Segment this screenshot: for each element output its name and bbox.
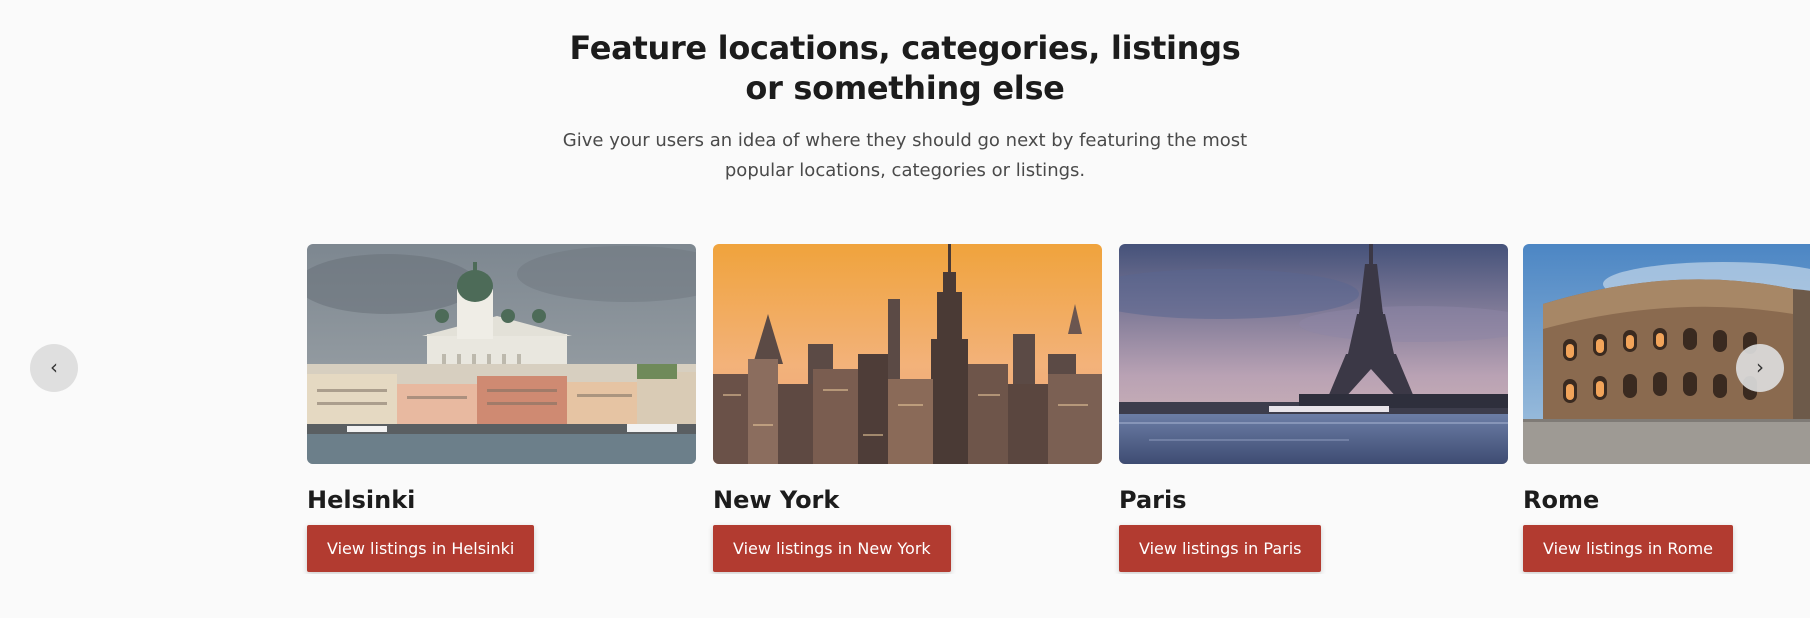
title-line-1: Feature locations, categories, listings: [569, 29, 1241, 67]
carousel-next-button[interactable]: ›: [1736, 344, 1784, 392]
title-line-2: or something else: [745, 69, 1065, 107]
location-card-helsinki[interactable]: Helsinki View listings in Helsinki: [307, 244, 696, 572]
location-card-new-york[interactable]: New York View listings in New York: [713, 244, 1102, 572]
section-heading: Feature locations, categories, listings …: [0, 28, 1810, 186]
location-card-rome[interactable]: Rome View listings in Rome: [1523, 244, 1810, 572]
new-york-photo[interactable]: [713, 244, 1102, 464]
card-city-name: New York: [713, 486, 840, 514]
view-listings-new-york-button[interactable]: View listings in New York: [713, 525, 951, 572]
card-city-name: Helsinki: [307, 486, 416, 514]
location-card-paris[interactable]: Paris View listings in Paris: [1119, 244, 1508, 572]
helsinki-photo[interactable]: [307, 244, 696, 464]
card-city-name: Paris: [1119, 486, 1187, 514]
chevron-left-icon: ‹: [50, 355, 58, 379]
view-listings-helsinki-button[interactable]: View listings in Helsinki: [307, 525, 535, 572]
chevron-right-icon: ›: [1756, 355, 1764, 379]
section-title: Feature locations, categories, listings …: [0, 28, 1810, 108]
card-city-name: Rome: [1523, 486, 1600, 514]
view-listings-rome-button[interactable]: View listings in Rome: [1523, 525, 1734, 572]
location-carousel: Helsinki View listings in Helsinki New Y…: [0, 244, 1810, 574]
paris-photo[interactable]: [1119, 244, 1508, 464]
section-subtitle: Give your users an idea of where they sh…: [562, 130, 1248, 181]
carousel-prev-button[interactable]: ‹: [30, 344, 78, 392]
view-listings-paris-button[interactable]: View listings in Paris: [1119, 525, 1322, 572]
